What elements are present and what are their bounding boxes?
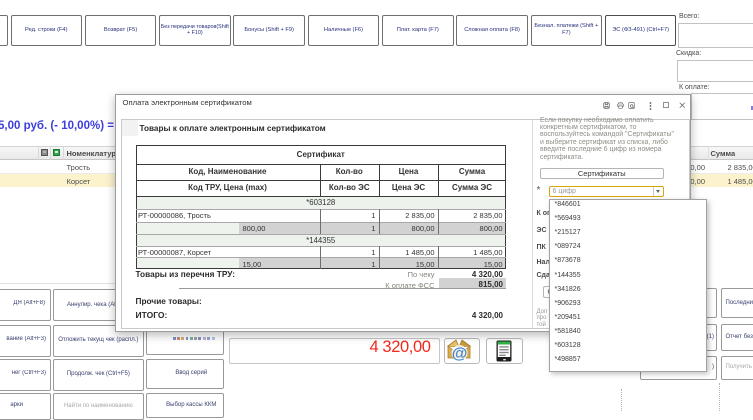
svg-text:@: @ — [451, 345, 467, 362]
